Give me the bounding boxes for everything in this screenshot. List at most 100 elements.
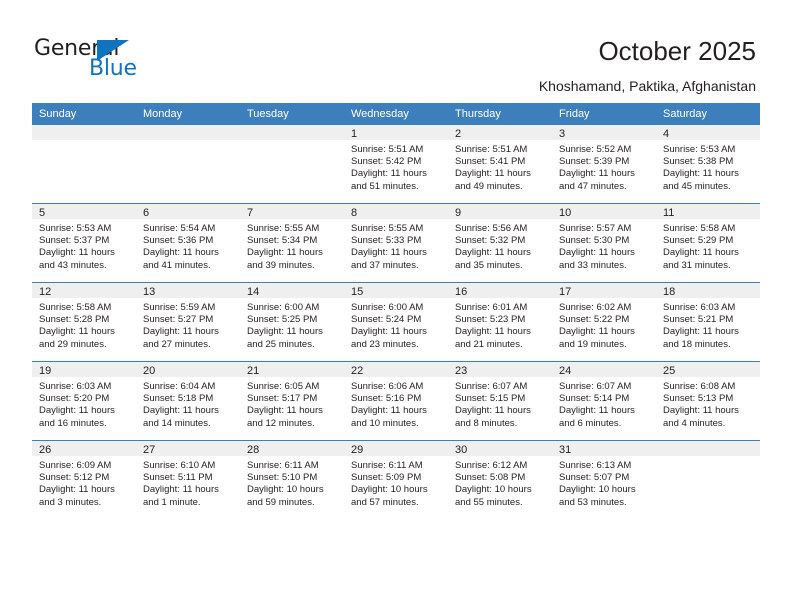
daylight-text-line1: Daylight: 10 hours (455, 484, 532, 496)
sunset-text: Sunset: 5:28 PM (39, 314, 110, 326)
sunset-text: Sunset: 5:20 PM (39, 393, 110, 405)
day-details: Sunrise: 5:55 AM Sunset: 5:33 PM Daylight:… (344, 219, 448, 272)
calendar-day-cell[interactable]: 25 Sunrise: 6:08 AM Sunset: 5:13 PM Dayligh… (656, 361, 760, 441)
daylight-text-line2: and 19 minutes. (559, 338, 627, 350)
day-number: 22 (344, 362, 448, 377)
day-number: 3 (552, 125, 656, 140)
daylight-text-line2: and 41 minutes. (143, 259, 211, 271)
daylight-text-line1: Daylight: 11 hours (559, 168, 635, 180)
daylight-text-line1: Daylight: 11 hours (143, 484, 219, 496)
daylight-text-line2: and 29 minutes. (39, 338, 107, 350)
sunset-text: Sunset: 5:25 PM (247, 314, 318, 326)
calendar-day-cell[interactable]: 30 Sunrise: 6:12 AM Sunset: 5:08 PM Dayligh… (448, 440, 552, 519)
day-number: 23 (448, 362, 552, 377)
daylight-text-line1: Daylight: 11 hours (663, 326, 739, 338)
day-details: Sunrise: 6:12 AM Sunset: 5:08 PM Daylight:… (448, 456, 552, 509)
weekday-header-row: Sunday Monday Tuesday Wednesday Thursday… (32, 103, 760, 125)
page-subtitle-location: Khoshamand, Paktika, Afghanistan (538, 78, 756, 94)
calendar-day-cell[interactable]: 15 Sunrise: 6:00 AM Sunset: 5:24 PM Dayligh… (344, 282, 448, 362)
sunrise-text: Sunrise: 6:12 AM (455, 460, 528, 471)
day-details: Sunrise: 6:06 AM Sunset: 5:16 PM Daylight:… (344, 377, 448, 430)
sunset-text: Sunset: 5:33 PM (351, 235, 422, 247)
daylight-text-line1: Daylight: 11 hours (39, 484, 115, 496)
calendar-day-cell[interactable]: 3 Sunrise: 5:52 AM Sunset: 5:39 PM Daylight… (552, 125, 656, 204)
sunrise-text: Sunrise: 6:06 AM (351, 381, 424, 392)
daylight-text-line2: and 49 minutes. (455, 180, 523, 192)
page-header: General Blue October 2025 Khoshamand, Pa… (0, 0, 792, 103)
general-blue-logo[interactable]: General Blue (34, 36, 154, 82)
daylight-text-line2: and 39 minutes. (247, 259, 315, 271)
calendar-day-cell[interactable]: 8 Sunrise: 5:55 AM Sunset: 5:33 PM Daylight… (344, 203, 448, 283)
sunset-text: Sunset: 5:23 PM (455, 314, 526, 326)
daylight-text-line2: and 47 minutes. (559, 180, 627, 192)
day-number: 17 (552, 283, 656, 298)
daylight-text-line1: Daylight: 11 hours (663, 405, 739, 417)
day-details: Sunrise: 6:04 AM Sunset: 5:18 PM Daylight:… (136, 377, 240, 430)
daylight-text-line1: Daylight: 11 hours (39, 405, 115, 417)
day-details: Sunrise: 6:08 AM Sunset: 5:13 PM Daylight:… (656, 377, 760, 430)
calendar-day-cell[interactable]: 20 Sunrise: 6:04 AM Sunset: 5:18 PM Dayligh… (136, 361, 240, 441)
sunrise-text: Sunrise: 6:04 AM (143, 381, 216, 392)
calendar-day-cell[interactable]: 29 Sunrise: 6:11 AM Sunset: 5:09 PM Dayligh… (344, 440, 448, 519)
calendar-day-cell[interactable]: 21 Sunrise: 6:05 AM Sunset: 5:17 PM Dayligh… (240, 361, 344, 441)
daylight-text-line2: and 1 minute. (143, 496, 201, 508)
sunrise-text: Sunrise: 6:05 AM (247, 381, 320, 392)
calendar-day-cell[interactable]: 9 Sunrise: 5:56 AM Sunset: 5:32 PM Daylight… (448, 203, 552, 283)
calendar-day-cell[interactable]: 2 Sunrise: 5:51 AM Sunset: 5:41 PM Daylight… (448, 125, 552, 204)
day-details: Sunrise: 6:03 AM Sunset: 5:20 PM Daylight:… (32, 377, 136, 430)
calendar-day-cell[interactable]: 22 Sunrise: 6:06 AM Sunset: 5:16 PM Dayligh… (344, 361, 448, 441)
sunrise-text: Sunrise: 5:53 AM (39, 223, 112, 234)
sunset-text: Sunset: 5:12 PM (39, 472, 110, 484)
sunset-text: Sunset: 5:09 PM (351, 472, 422, 484)
calendar-day-cell[interactable]: 16 Sunrise: 6:01 AM Sunset: 5:23 PM Dayligh… (448, 282, 552, 362)
day-number: 19 (32, 362, 136, 377)
calendar-day-cell[interactable]: 5 Sunrise: 5:53 AM Sunset: 5:37 PM Daylight… (32, 203, 136, 283)
weekday-header-friday: Friday (552, 103, 656, 125)
calendar-day-cell[interactable]: 7 Sunrise: 5:55 AM Sunset: 5:34 PM Daylight… (240, 203, 344, 283)
sunrise-text: Sunrise: 6:13 AM (559, 460, 632, 471)
calendar-day-cell[interactable]: 14 Sunrise: 6:00 AM Sunset: 5:25 PM Dayligh… (240, 282, 344, 362)
calendar-header-row-group: Sunday Monday Tuesday Wednesday Thursday… (32, 103, 760, 125)
calendar-day-cell[interactable]: 4 Sunrise: 5:53 AM Sunset: 5:38 PM Daylight… (656, 125, 760, 204)
calendar-day-cell[interactable]: 12 Sunrise: 5:58 AM Sunset: 5:28 PM Dayligh… (32, 282, 136, 362)
calendar-day-cell[interactable]: 19 Sunrise: 6:03 AM Sunset: 5:20 PM Dayligh… (32, 361, 136, 441)
sunrise-text: Sunrise: 6:09 AM (39, 460, 112, 471)
daylight-text-line2: and 25 minutes. (247, 338, 315, 350)
sunset-text: Sunset: 5:24 PM (351, 314, 422, 326)
calendar-day-cell[interactable]: 10 Sunrise: 5:57 AM Sunset: 5:30 PM Dayligh… (552, 203, 656, 283)
sunrise-text: Sunrise: 5:53 AM (663, 144, 736, 155)
daylight-text-line2: and 27 minutes. (143, 338, 211, 350)
day-details: Sunrise: 6:05 AM Sunset: 5:17 PM Daylight:… (240, 377, 344, 430)
calendar-day-cell[interactable]: 18 Sunrise: 6:03 AM Sunset: 5:21 PM Dayligh… (656, 282, 760, 362)
daylight-text-line2: and 23 minutes. (351, 338, 419, 350)
day-number: 1 (344, 125, 448, 140)
daylight-text-line1: Daylight: 11 hours (143, 247, 219, 259)
day-number: 15 (344, 283, 448, 298)
sunset-text: Sunset: 5:17 PM (247, 393, 318, 405)
day-details: Sunrise: 5:57 AM Sunset: 5:30 PM Daylight:… (552, 219, 656, 272)
calendar-day-cell[interactable]: 31 Sunrise: 6:13 AM Sunset: 5:07 PM Dayligh… (552, 440, 656, 519)
weekday-header-sunday: Sunday (32, 103, 136, 125)
calendar-day-cell[interactable]: 23 Sunrise: 6:07 AM Sunset: 5:15 PM Dayligh… (448, 361, 552, 441)
day-number: 29 (344, 441, 448, 456)
calendar-day-cell[interactable]: 6 Sunrise: 5:54 AM Sunset: 5:36 PM Daylight… (136, 203, 240, 283)
sunrise-text: Sunrise: 6:03 AM (663, 302, 736, 313)
calendar-day-cell[interactable]: 17 Sunrise: 6:02 AM Sunset: 5:22 PM Dayligh… (552, 282, 656, 362)
sunrise-text: Sunrise: 5:52 AM (559, 144, 632, 155)
calendar-day-cell[interactable]: 27 Sunrise: 6:10 AM Sunset: 5:11 PM Dayligh… (136, 440, 240, 519)
calendar-day-cell[interactable]: 11 Sunrise: 5:58 AM Sunset: 5:29 PM Dayligh… (656, 203, 760, 283)
calendar-day-cell[interactable]: 24 Sunrise: 6:07 AM Sunset: 5:14 PM Dayligh… (552, 361, 656, 441)
calendar-day-cell-empty (136, 125, 240, 204)
day-number (240, 125, 344, 140)
daylight-text-line2: and 53 minutes. (559, 496, 627, 508)
daylight-text-line1: Daylight: 11 hours (559, 326, 635, 338)
daylight-text-line2: and 57 minutes. (351, 496, 419, 508)
sunrise-text: Sunrise: 6:02 AM (559, 302, 632, 313)
day-details: Sunrise: 5:59 AM Sunset: 5:27 PM Daylight:… (136, 298, 240, 351)
calendar-day-cell[interactable]: 28 Sunrise: 6:11 AM Sunset: 5:10 PM Dayligh… (240, 440, 344, 519)
daylight-text-line1: Daylight: 11 hours (455, 405, 531, 417)
sunrise-text: Sunrise: 6:08 AM (663, 381, 736, 392)
calendar-day-cell[interactable]: 26 Sunrise: 6:09 AM Sunset: 5:12 PM Dayligh… (32, 440, 136, 519)
calendar-day-cell[interactable]: 1 Sunrise: 5:51 AM Sunset: 5:42 PM Daylight… (344, 125, 448, 204)
calendar-day-cell[interactable]: 13 Sunrise: 5:59 AM Sunset: 5:27 PM Dayligh… (136, 282, 240, 362)
